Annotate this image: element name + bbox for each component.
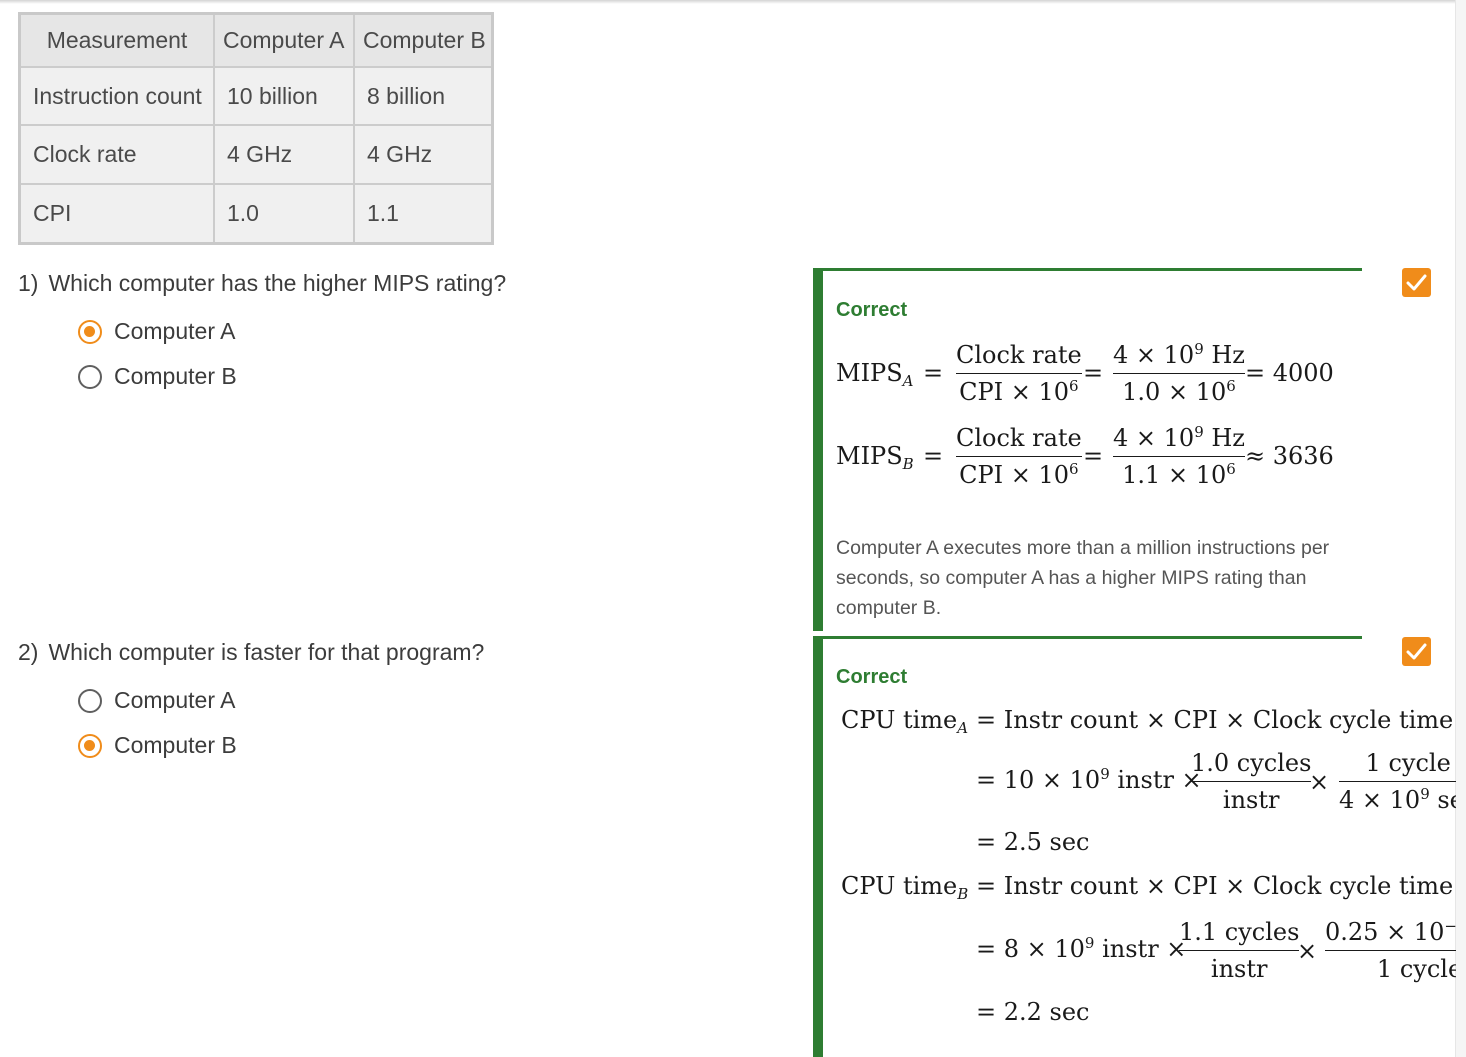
math-fraction: 1 cycle4 × 109 sec (1339, 749, 1456, 814)
option-label: Computer B (114, 732, 237, 758)
question-text: Which computer has the higher MIPS ratin… (48, 270, 507, 296)
question-number: 2) (18, 639, 39, 665)
feedback-status: Correct (836, 299, 908, 321)
option-label: Computer B (114, 363, 237, 389)
math-result: ≈ 3636 (1245, 442, 1334, 470)
math-cpu-time-a-label: CPU timeA (841, 706, 969, 737)
radio-unselected-icon[interactable] (78, 364, 102, 389)
math-fraction: 4 × 109 Hz 1.0 × 106 (1113, 340, 1245, 406)
table-row: Instruction count 10 billion 8 billion (18, 66, 494, 126)
math-equation: = Instr count × CPI × Clock cycle time (976, 872, 1454, 900)
math-mips-b-label: MIPSB (836, 442, 914, 473)
question-text: Which computer is faster for that progra… (48, 639, 485, 665)
measurement-table: Measurement Computer A Computer B Instru… (18, 12, 494, 245)
math-fraction: Clock rate CPI × 106 (956, 341, 1082, 406)
feedback-panel-2: Correct CPU timeA = Instr count × CPI × … (813, 636, 1456, 1057)
checkmark-icon (1402, 268, 1431, 297)
table-header-cell: Computer A (213, 12, 355, 68)
math-fraction: Clock rate CPI × 106 (956, 424, 1082, 489)
math-equation: = 2.5 sec (976, 828, 1090, 856)
math-equals: = (923, 359, 944, 387)
question-prompt: 2) Which computer is faster for that prog… (18, 639, 484, 666)
math-fraction: 1.0 cycles instr (1191, 749, 1312, 814)
option-computer-b[interactable]: Computer B (78, 732, 237, 759)
top-shadow (0, 0, 1466, 4)
math-fraction: 0.25 × 10−9 sec1 cycle (1325, 918, 1456, 983)
math-equation: = 10 × 109 instr × (976, 765, 1202, 794)
table-header-cell: Computer B (353, 12, 494, 68)
math-times: × (1297, 937, 1318, 965)
option-computer-a[interactable]: Computer A (78, 687, 235, 714)
feedback-explanation: Computer A executes more than a million … (836, 537, 1330, 619)
math-equals: = (1083, 442, 1104, 470)
math-cpu-time-b-label: CPU timeB (841, 872, 969, 903)
math-equals: = (923, 442, 944, 470)
feedback-status: Correct (836, 666, 908, 688)
scrollbar-track[interactable] (1455, 0, 1466, 1057)
table-cell: 1.0 (213, 183, 355, 245)
math-fraction: 1.1 cycles instr (1179, 918, 1300, 983)
table-row: Clock rate 4 GHz 4 GHz (18, 124, 494, 185)
question-2: 2) Which computer is faster for that prog… (18, 639, 484, 666)
option-label: Computer A (114, 687, 236, 713)
table-cell: 8 billion (353, 66, 494, 126)
checkmark-icon (1402, 637, 1431, 666)
math-fraction: 4 × 109 Hz 1.1 × 106 (1113, 423, 1245, 489)
math-mips-a-label: MIPSA (836, 359, 914, 390)
table-header-cell: Measurement (18, 12, 215, 68)
table-header-row: Measurement Computer A Computer B (18, 12, 494, 68)
table-cell: 1.1 (353, 183, 494, 245)
radio-selected-icon[interactable] (78, 319, 102, 344)
table-cell: Instruction count (18, 66, 215, 126)
table-row: CPI 1.0 1.1 (18, 183, 494, 245)
table-cell: 4 GHz (353, 124, 494, 185)
question-1: 1) Which computer has the higher MIPS rat… (18, 270, 506, 297)
table-cell: CPI (18, 183, 215, 245)
math-equation: = Instr count × CPI × Clock cycle time (976, 706, 1454, 734)
math-result: = 4000 (1245, 359, 1334, 387)
math-times: × (1309, 768, 1330, 796)
radio-selected-icon[interactable] (78, 733, 102, 758)
question-number: 1) (18, 270, 39, 296)
radio-unselected-icon[interactable] (78, 688, 102, 713)
feedback-panel-1: Correct MIPSA = Clock rate CPI × 106 = 4 … (813, 268, 1362, 631)
table-cell: Clock rate (18, 124, 215, 185)
table-cell: 10 billion (213, 66, 355, 126)
option-computer-b[interactable]: Computer B (78, 363, 237, 390)
question-prompt: 1) Which computer has the higher MIPS rat… (18, 270, 506, 297)
math-equation: = 8 × 109 instr × (976, 934, 1187, 963)
option-computer-a[interactable]: Computer A (78, 318, 235, 345)
option-label: Computer A (114, 318, 236, 344)
math-equals: = (1083, 359, 1104, 387)
math-equation: = 2.2 sec (976, 998, 1090, 1026)
table-cell: 4 GHz (213, 124, 355, 185)
